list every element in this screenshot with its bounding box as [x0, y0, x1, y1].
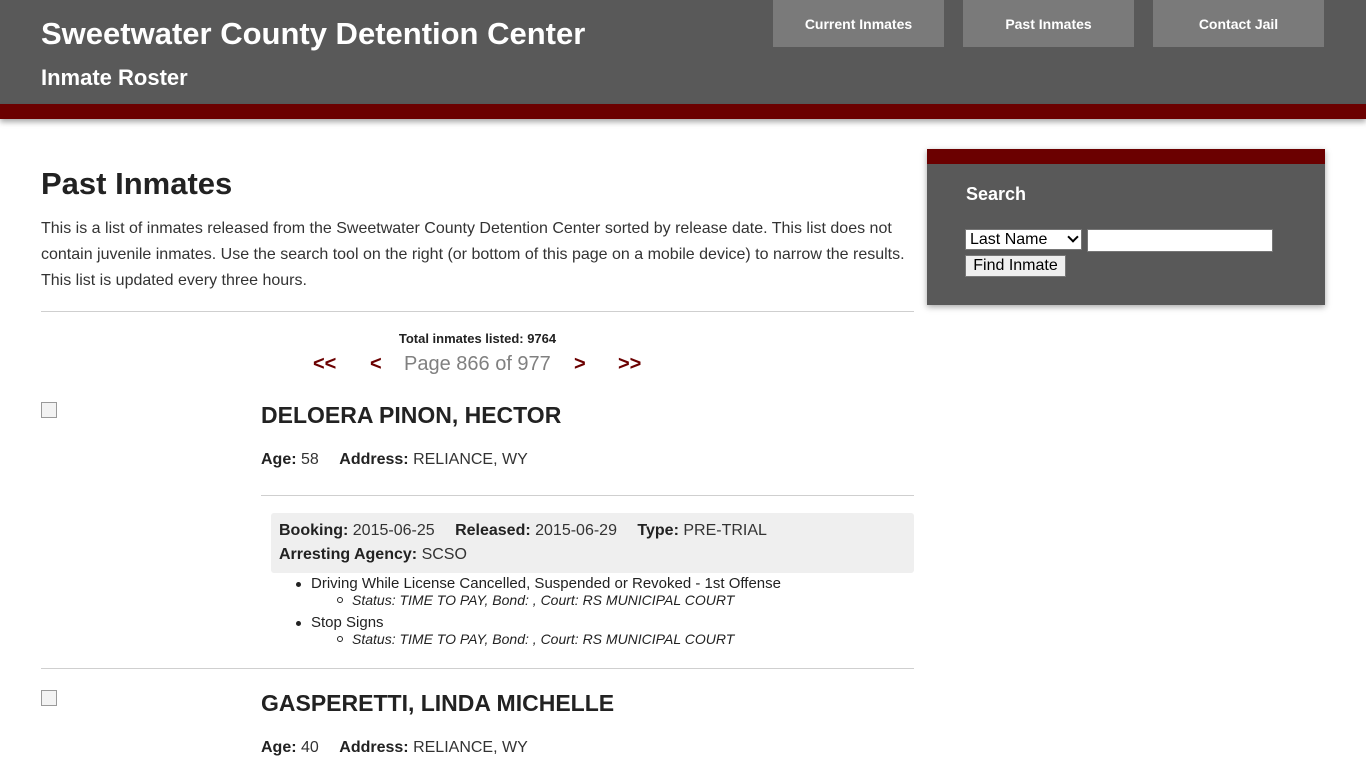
total-inmates-count: Total inmates listed: 9764	[398, 331, 557, 346]
search-accent-bar	[927, 149, 1325, 164]
charge-item: Stop Signs	[296, 614, 781, 631]
search-input[interactable]	[1087, 229, 1273, 252]
charge-status: Status: TIME TO PAY, Bond: , Court: RS M…	[311, 592, 781, 608]
nav-past-inmates-button[interactable]: Past Inmates	[963, 0, 1134, 47]
page-indicator: Page 866 of 977	[404, 353, 551, 375]
arresting-agency: SCSO	[421, 546, 467, 563]
booking-summary: Booking: 2015-06-25 Released: 2015-06-29…	[271, 513, 914, 573]
prev-page-link[interactable]: <	[370, 353, 382, 376]
nav-current-inmates-button[interactable]: Current Inmates	[773, 0, 944, 47]
address-value: RELIANCE, WY	[413, 739, 528, 756]
search-field-selected: Last Name	[970, 231, 1048, 248]
next-page-link[interactable]: >	[574, 353, 586, 376]
age-value: 58	[301, 451, 319, 468]
chevron-down-icon	[1067, 231, 1079, 243]
site-subtitle: Inmate Roster	[41, 65, 188, 90]
divider	[41, 668, 914, 669]
agency-label: Arresting Agency:	[279, 546, 418, 563]
booking-type: PRE-TRIAL	[683, 522, 767, 539]
header-accent-bar	[0, 104, 1366, 119]
nav-contact-jail-button[interactable]: Contact Jail	[1153, 0, 1324, 47]
inmate-details: Age: 40 Address: RELIANCE, WY	[261, 739, 528, 757]
address-value: RELIANCE, WY	[413, 451, 528, 468]
agency-line: Arresting Agency: SCSO	[279, 543, 906, 567]
booking-line: Booking: 2015-06-25 Released: 2015-06-29…	[279, 519, 906, 543]
charges-list: Driving While License Cancelled, Suspend…	[296, 575, 781, 647]
booking-date: 2015-06-25	[352, 522, 435, 539]
site-title: Sweetwater County Detention Center	[41, 16, 586, 51]
address-label: Address:	[339, 739, 409, 756]
inmate-photo	[41, 402, 57, 418]
find-inmate-button[interactable]: Find Inmate	[965, 255, 1066, 277]
address-label: Address:	[339, 451, 409, 468]
age-label: Age:	[261, 451, 297, 468]
inmate-name: GASPERETTI, LINDA MICHELLE	[261, 690, 615, 716]
inmate-name: DELOERA PINON, HECTOR	[261, 402, 562, 428]
search-title: Search	[966, 184, 1027, 204]
type-label: Type:	[637, 522, 679, 539]
divider	[41, 311, 914, 312]
inmate-details: Age: 58 Address: RELIANCE, WY	[261, 451, 528, 469]
charge-item: Driving While License Cancelled, Suspend…	[296, 575, 781, 592]
search-panel: Search Last Name Find Inmate	[927, 149, 1325, 305]
age-label: Age:	[261, 739, 297, 756]
site-header: Sweetwater County Detention Center Inmat…	[0, 0, 1366, 104]
first-page-link[interactable]: <<	[313, 353, 336, 376]
charge-status: Status: TIME TO PAY, Bond: , Court: RS M…	[311, 631, 781, 647]
page-title: Past Inmates	[41, 166, 233, 201]
released-date: 2015-06-29	[535, 522, 617, 539]
age-value: 40	[301, 739, 319, 756]
inmate-photo	[41, 690, 57, 706]
released-label: Released:	[455, 522, 531, 539]
search-field-select[interactable]: Last Name	[965, 229, 1082, 250]
divider	[261, 495, 914, 496]
intro-text: This is a list of inmates released from …	[41, 220, 905, 289]
last-page-link[interactable]: >>	[618, 353, 641, 376]
booking-label: Booking:	[279, 522, 349, 539]
